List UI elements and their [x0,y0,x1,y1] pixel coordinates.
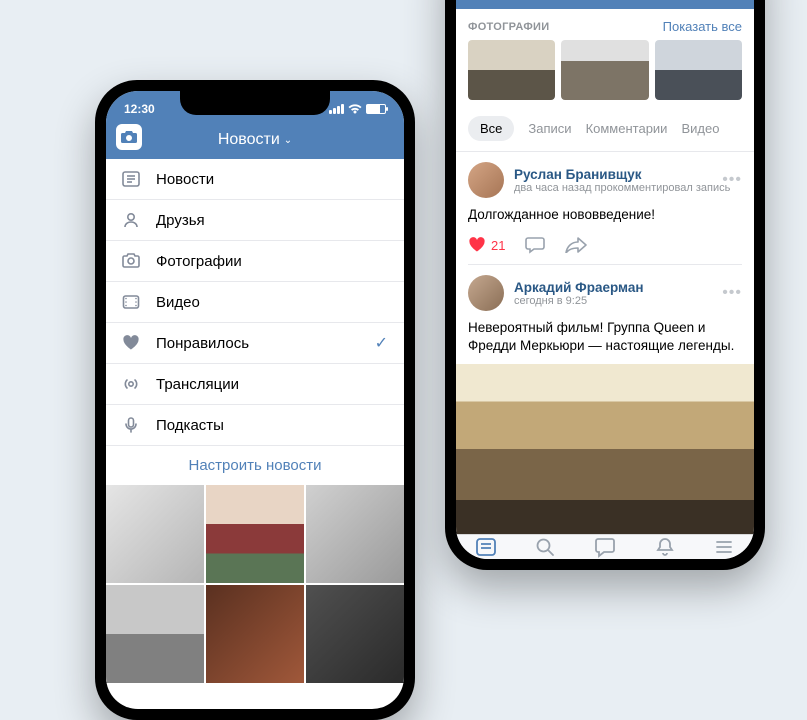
menu-item-label: Подкасты [156,417,224,434]
menu-item-friends[interactable]: Друзья [106,200,404,241]
video-icon [120,291,142,313]
post-author[interactable]: Руслан Бранивщук [514,167,730,182]
phone-frame-left: 12:30 Новости ⌄ Новости [95,80,415,720]
chevron-down-icon: ⌄ [284,135,292,146]
heart-icon [468,237,486,253]
menu-item-label: Понравилось [156,335,249,352]
screen-left: 12:30 Новости ⌄ Новости [106,91,404,709]
broadcast-icon [120,373,142,395]
photo-cell[interactable] [306,485,404,583]
post-more-icon[interactable]: ••• [722,284,742,302]
camera-icon [120,250,142,272]
menu-item-label: Видео [156,294,200,311]
photo-cell[interactable] [206,485,304,583]
feed-post: Аркадий Фраерман сегодня в 9:25 ••• Неве… [456,265,754,533]
menu-item-podcasts[interactable]: Подкасты [106,405,404,446]
post-more-icon[interactable]: ••• [722,171,742,189]
post-time: два часа назад прокомментировал запись [514,182,730,194]
friends-icon [120,209,142,231]
post-author[interactable]: Аркадий Фраерман [514,280,644,295]
podcast-icon [120,414,142,436]
tab-search[interactable] [533,535,557,559]
menu-item-label: Фотографии [156,253,242,270]
post-media[interactable] [456,364,754,534]
tab-bar [456,534,754,559]
filter-comments[interactable]: Комментарии [586,121,668,136]
camera-icon [121,130,137,144]
share-icon[interactable] [565,237,587,253]
heart-icon [120,332,142,354]
camera-button[interactable] [116,124,142,150]
post-text: Долгожданное нововведение! [468,198,742,232]
header-title-text: Новости [218,131,280,149]
filter-posts[interactable]: Записи [528,121,571,136]
filter-bar: Все Записи Комментарии Видео [456,110,754,152]
photo-cell[interactable] [206,585,304,683]
filter-video[interactable]: Видео [681,121,719,136]
battery-icon [366,104,386,114]
menu-item-photos[interactable]: Фотографии [106,241,404,282]
feed-post: Руслан Бранивщук два часа назад прокомме… [456,152,754,265]
status-icons [329,104,386,114]
photo-cell[interactable] [306,585,404,683]
photo-thumb[interactable] [561,40,648,100]
menu-item-label: Новости [156,171,214,188]
status-time: 12:30 [124,102,155,116]
tab-notifications[interactable] [653,535,677,559]
menu-item-label: Трансляции [156,376,239,393]
notch [180,91,330,115]
avatar[interactable] [468,162,504,198]
photo-thumb[interactable] [468,40,555,100]
nav-header: . Понравилось ⌄ [456,0,754,9]
like-button[interactable]: 21 [468,237,505,253]
menu-item-label: Друзья [156,212,205,229]
photo-strip[interactable] [456,40,754,110]
photo-grid [106,485,404,683]
photo-cell[interactable] [106,585,204,683]
phone-frame-right: . Понравилось ⌄ ФОТОГРАФИИ Показать все … [445,0,765,570]
show-all-link[interactable]: Показать все [663,19,742,34]
dropdown-menu: Новости Друзья Фотографии Видео Понравил… [106,159,404,485]
post-actions: 21 [468,232,742,265]
menu-item-broadcasts[interactable]: Трансляции [106,364,404,405]
header-title-dropdown[interactable]: Новости ⌄ [218,131,292,149]
post-time: сегодня в 9:25 [514,295,644,307]
photo-cell[interactable] [106,485,204,583]
tab-messages[interactable] [593,535,617,559]
post-text: Невероятный фильм! Группа Queen и Фредди… [468,311,742,363]
menu-settings-label: Настроить новости [189,457,322,474]
filter-all[interactable]: Все [468,116,514,141]
like-count: 21 [491,238,505,253]
comment-icon[interactable] [525,236,545,254]
photos-section-header: ФОТОГРАФИИ Показать все [456,9,754,40]
menu-item-liked[interactable]: Понравилось ✓ [106,323,404,364]
photos-section-label: ФОТОГРАФИИ [468,21,549,33]
menu-item-news[interactable]: Новости [106,159,404,200]
newsfeed-icon [120,168,142,190]
screen-right: . Понравилось ⌄ ФОТОГРАФИИ Показать все … [456,0,754,559]
avatar[interactable] [468,275,504,311]
menu-item-video[interactable]: Видео [106,282,404,323]
signal-icon [329,104,344,114]
tab-menu[interactable] [712,535,736,559]
check-icon: ✓ [375,333,388,353]
photo-thumb[interactable] [655,40,742,100]
menu-settings-link[interactable]: Настроить новости [106,446,404,485]
tab-news[interactable] [474,535,498,559]
wifi-icon [348,104,362,114]
